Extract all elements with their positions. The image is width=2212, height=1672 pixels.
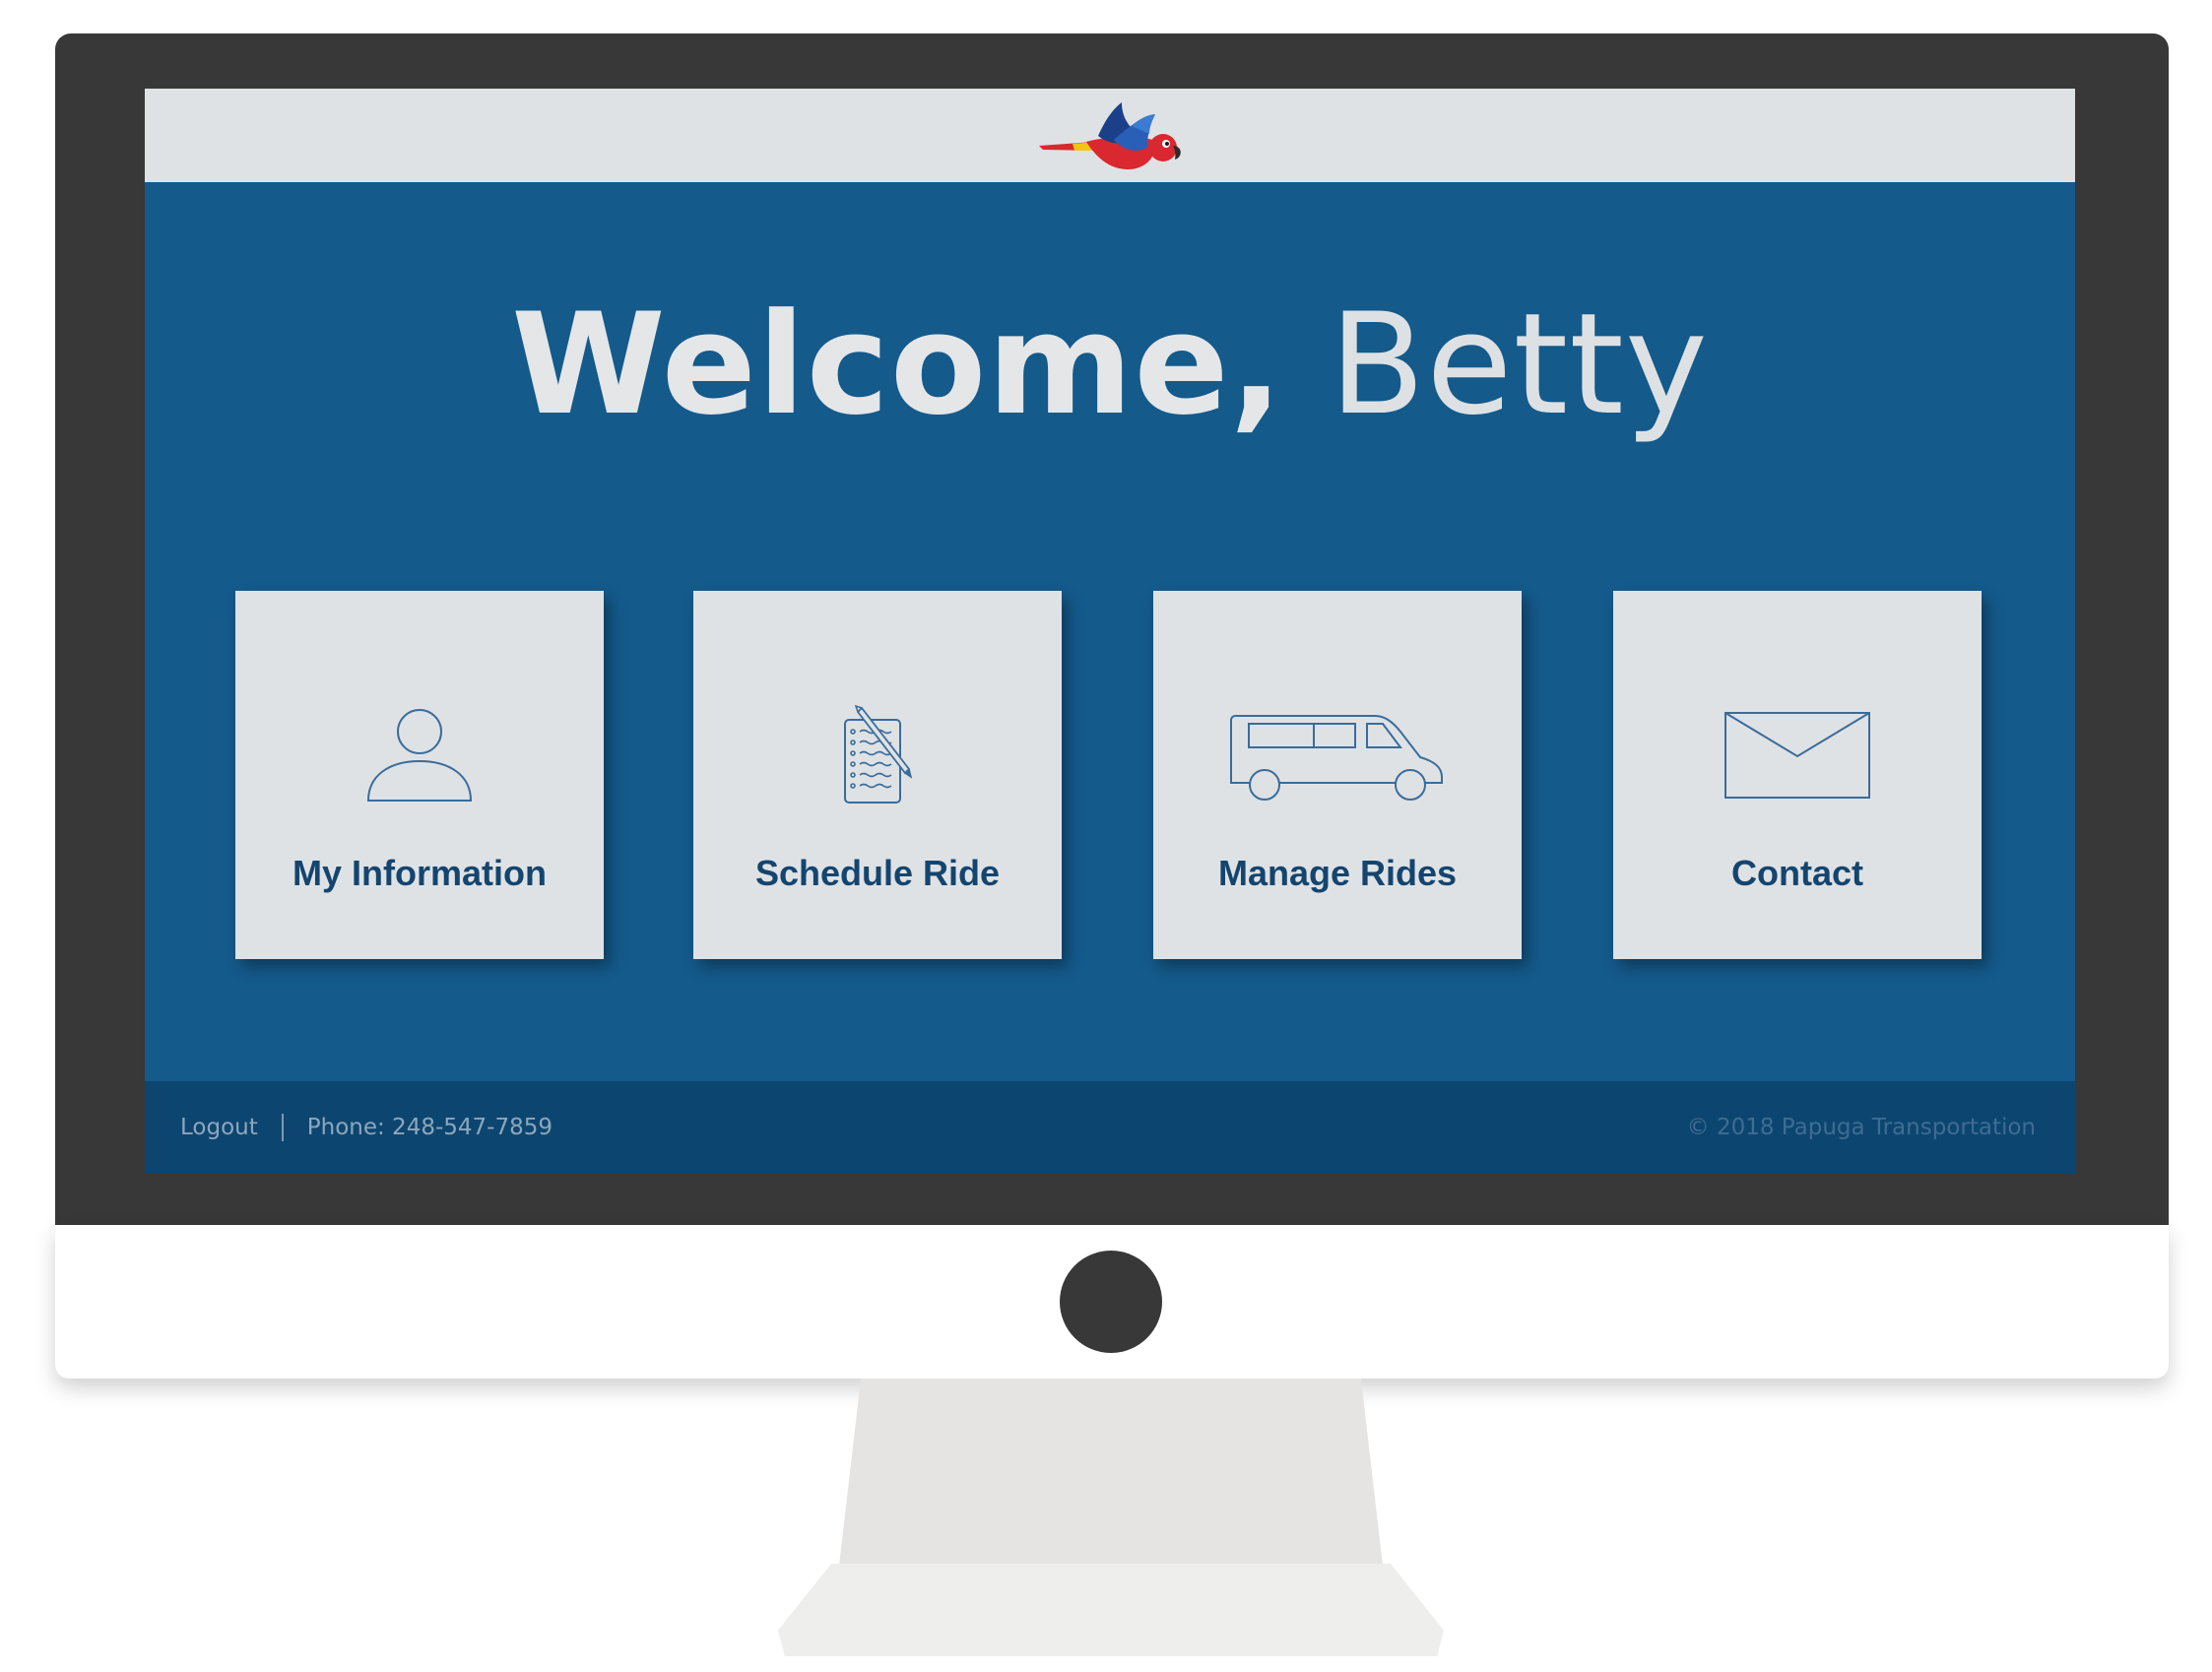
footer-divider <box>281 1114 284 1141</box>
logout-link[interactable]: Logout <box>180 1115 258 1140</box>
tile-label-schedule-ride: Schedule Ride <box>754 853 1001 893</box>
app-screen: Welcome, Betty My Information Schedule R… <box>145 89 2075 1174</box>
monitor-power-button <box>1060 1251 1162 1353</box>
tile-contact[interactable]: Contact <box>1613 591 1982 959</box>
tile-schedule-ride[interactable]: Schedule Ride <box>693 591 1062 959</box>
desktop-monitor-mockup: Welcome, Betty My Information Schedule R… <box>0 0 2212 1672</box>
monitor-stand-neck <box>839 1379 1383 1566</box>
van-icon <box>1230 715 1443 801</box>
parrot-logo-icon[interactable] <box>1037 96 1181 177</box>
tile-label-contact: Contact <box>1731 853 1863 893</box>
welcome-user-name: Betty <box>1329 284 1709 446</box>
envelope-icon <box>1724 712 1870 799</box>
footer-bar: Logout Phone: 248-547-7859 © 2018 Papuga… <box>145 1081 2075 1174</box>
tile-label-my-information: My Information <box>293 853 547 893</box>
notepad-pencil-icon <box>844 704 913 804</box>
phone-link[interactable]: Phone: 248-547-7859 <box>307 1115 553 1140</box>
copyright-text: © 2018 Papuga Transportation <box>1686 1115 2036 1140</box>
tile-label-manage-rides: Manage Rides <box>1217 853 1458 893</box>
welcome-heading: Welcome, Betty <box>145 295 2075 435</box>
tile-my-information[interactable]: My Information <box>235 591 604 959</box>
welcome-greeting: Welcome, <box>511 284 1284 446</box>
tile-manage-rides[interactable]: Manage Rides <box>1153 591 1522 959</box>
monitor-stand-base <box>778 1564 1444 1656</box>
top-bar <box>145 89 2075 182</box>
person-icon <box>366 709 473 802</box>
